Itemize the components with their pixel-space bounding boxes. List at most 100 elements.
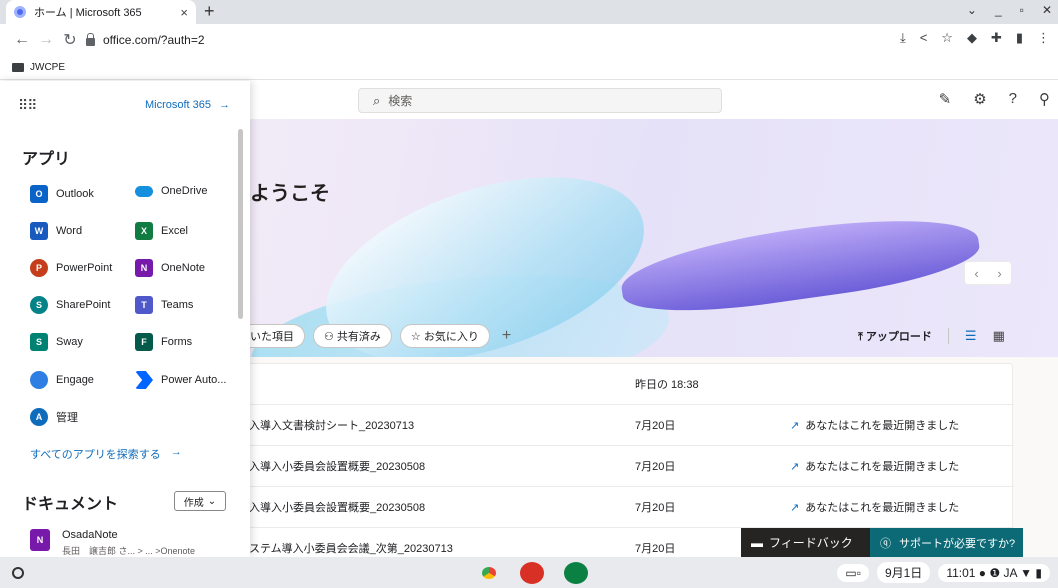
upload-button[interactable]: ⤒ アップロード	[858, 328, 932, 344]
filter-favorites[interactable]: ☆ お気に入り	[399, 324, 490, 348]
os-shelf: ▭▫ 9月1日 11:01 ● ❶ JA ▼ ▮	[0, 557, 1058, 588]
share-icon[interactable]: <	[920, 30, 928, 46]
time: 11:01	[946, 565, 976, 580]
window-controls: ⌄ _ ▫ ✕	[967, 3, 1052, 17]
screen-capture-icon[interactable]: ▭▫	[837, 563, 869, 582]
app-label: PowerPoint	[56, 262, 113, 274]
support-label: サポートが必要ですか?	[899, 537, 1016, 550]
sharepoint-icon: S	[30, 296, 48, 314]
app-excel[interactable]: X Excel	[135, 222, 188, 240]
search-input[interactable]: ⌕ 検索	[358, 88, 722, 113]
app-label: Forms	[161, 336, 193, 348]
app-label: Outlook	[56, 188, 94, 200]
app-outlook[interactable]: O Outlook	[30, 185, 94, 203]
activity-text: あなたはこれを最近開きました	[805, 461, 960, 473]
top-right-icons: ✎ ⚙ ? ⚲	[939, 90, 1050, 108]
app-launcher-waffle-icon[interactable]: ⠿⠿	[18, 97, 37, 114]
divider	[947, 328, 949, 344]
arrow-right-icon: →	[170, 446, 182, 458]
app-sway[interactable]: S Sway	[30, 333, 83, 351]
classroom-app-icon[interactable]	[564, 562, 588, 584]
bookmark-star-icon[interactable]: ☆	[941, 30, 953, 46]
documents-heading: ドキュメント	[22, 496, 119, 513]
table-row[interactable]: 入導入文書検討シート_20230713 7月20日 ↗ あなたはこれを最近開きま…	[237, 405, 1014, 446]
tab-title: ホーム | Microsoft 365	[34, 7, 142, 19]
carousel-prev-icon[interactable]: ‹	[974, 266, 978, 281]
table-row[interactable]: 昨日の 18:38	[237, 364, 1014, 405]
help-icon[interactable]: ?	[1009, 90, 1017, 108]
app-onenote[interactable]: N OneNote	[135, 259, 205, 277]
extensions-puzzle-icon[interactable]: ✚	[991, 30, 1002, 46]
forward-icon[interactable]: →	[34, 31, 58, 49]
create-button[interactable]: 作成 ⌄	[174, 491, 226, 511]
app-label: Teams	[161, 299, 194, 311]
settings-gear-icon[interactable]: ⚙	[973, 90, 986, 108]
file-date: 7月20日	[635, 461, 676, 473]
add-filter-icon[interactable]: +	[502, 327, 511, 345]
close-window-icon[interactable]: ✕	[1042, 3, 1052, 17]
chevron-down-icon: ⌄	[207, 495, 217, 507]
support-button[interactable]: ⓠ サポートが必要ですか?	[870, 528, 1023, 557]
tab-search-icon[interactable]: ⌄	[967, 3, 977, 17]
table-row[interactable]: 入導入小委員会設置概要_20230508 7月20日 ↗ あなたはこれを最近開き…	[237, 446, 1014, 487]
date[interactable]: 9月1日	[876, 562, 931, 583]
microsoft365-link[interactable]: Microsoft 365 →	[145, 99, 230, 111]
apps-heading: アプリ	[22, 151, 71, 168]
maximize-icon[interactable]: ▫	[1020, 3, 1024, 17]
explore-label: すべてのアプリを探索する	[30, 449, 161, 461]
app-admin[interactable]: A 管理	[30, 408, 78, 426]
launcher-icon[interactable]	[12, 567, 24, 579]
tab-microsoft365[interactable]: ホーム | Microsoft 365 ×	[6, 0, 196, 24]
address-bar[interactable]: office.com/?auth=2	[86, 28, 786, 52]
people-icon: ⚇	[324, 330, 337, 343]
clock-tray[interactable]: 11:01 ● ❶ JA ▼ ▮	[938, 563, 1050, 582]
carousel-next-icon[interactable]: ›	[997, 266, 1001, 281]
onenote-icon: N	[30, 529, 50, 551]
app-engage[interactable]: Engage	[30, 371, 94, 389]
file-name: 入導入小委員会設置概要_20230508	[249, 461, 426, 473]
app-label: Word	[56, 225, 83, 237]
reload-icon[interactable]: ↻	[58, 30, 82, 50]
menu-icon[interactable]: ⋮	[1037, 30, 1050, 46]
explore-all-apps-link[interactable]: すべてのアプリを探索する →	[30, 446, 182, 462]
grid-view-icon[interactable]: ▦	[993, 328, 1005, 344]
open-icon: ↗	[790, 419, 800, 432]
feedback-button[interactable]: ▬ フィードバック	[741, 528, 870, 557]
app-word[interactable]: W Word	[30, 222, 82, 240]
document-title: OsadaNote	[62, 529, 118, 541]
filter-shared[interactable]: ⚇ 共有済み	[313, 324, 392, 348]
back-icon[interactable]: ←	[10, 31, 34, 49]
tab-close-icon[interactable]: ×	[180, 5, 188, 20]
welcome-heading: ようこそ	[250, 183, 330, 205]
toolbar-icons: ⤓ < ☆ ◆ ✚ ▮ ⋮	[900, 30, 1050, 46]
extension-shield-icon[interactable]: ◆	[967, 30, 977, 46]
list-view-icon[interactable]: ☰	[965, 328, 977, 344]
app-powerpoint[interactable]: P PowerPoint	[30, 259, 112, 277]
new-tab-button[interactable]: +	[204, 1, 215, 21]
app-label: OneDrive	[161, 185, 208, 197]
tab-strip: ホーム | Microsoft 365 × + ⌄ _ ▫ ✕	[0, 0, 1058, 24]
install-icon[interactable]: ⤓	[900, 30, 906, 46]
account-icon[interactable]: ⚲	[1039, 90, 1050, 108]
document-item[interactable]: N OsadaNote 長田 譲吉郎 さ... > ... >Onenote	[30, 529, 195, 557]
app-sharepoint[interactable]: S SharePoint	[30, 296, 110, 314]
search-icon: ⌕	[373, 92, 381, 108]
scrollbar[interactable]	[238, 129, 243, 319]
app-teams[interactable]: T Teams	[135, 296, 193, 314]
palette-app-icon[interactable]	[520, 562, 544, 584]
file-name: 入導入小委員会設置概要_20230508	[249, 502, 426, 514]
chrome-icon[interactable]	[477, 562, 501, 584]
open-icon: ↗	[790, 460, 800, 473]
table-row[interactable]: 入導入小委員会設置概要_20230508 7月20日 ↗ あなたはこれを最近開き…	[237, 487, 1014, 528]
bookmark-jwcpe[interactable]: JWCPE	[30, 62, 65, 73]
upload-area: ⤒ アップロード ☰ ▦	[858, 328, 1005, 344]
arrow-right-icon: →	[219, 99, 231, 111]
side-panel-icon[interactable]: ▮	[1016, 30, 1023, 46]
app-power-automate[interactable]: Power Auto...	[135, 371, 226, 389]
my-day-icon[interactable]: ✎	[939, 90, 952, 108]
app-onedrive[interactable]: OneDrive	[135, 185, 207, 197]
minimize-icon[interactable]: _	[995, 3, 1002, 17]
url-text: office.com/?auth=2	[103, 33, 205, 47]
app-forms[interactable]: F Forms	[135, 333, 192, 351]
file-date: 7月20日	[635, 543, 676, 555]
